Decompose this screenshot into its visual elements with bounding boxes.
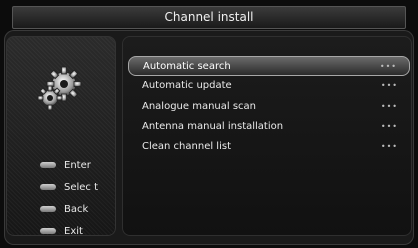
menu-item-label: Analogue manual scan — [142, 100, 257, 112]
screen-frame: Channel install Enter Selec t Back Exit … — [0, 0, 418, 248]
more-icon: ••• — [380, 142, 398, 151]
more-icon: ••• — [379, 62, 397, 71]
remote-button-icon — [40, 228, 56, 234]
remote-button-icon — [40, 184, 56, 190]
window-title: Channel install — [164, 10, 254, 24]
menu-item-label: Automatic update — [142, 80, 232, 92]
legend-enter: Enter — [40, 154, 116, 176]
menu-item-analogue-manual-scan[interactable]: Analogue manual scan ••• — [128, 97, 410, 117]
menu-item-automatic-update[interactable]: Automatic update ••• — [128, 76, 410, 96]
menu-item-label: Antenna manual installation — [142, 120, 284, 132]
legend-exit: Exit — [40, 220, 116, 242]
remote-button-icon — [40, 206, 56, 212]
menu-item-label: Automatic search — [143, 61, 231, 72]
install-menu: Automatic search ••• Automatic update ••… — [128, 56, 410, 157]
legend-label: Enter — [64, 159, 91, 171]
menu-item-automatic-search[interactable]: Automatic search ••• — [128, 56, 410, 76]
legend-back: Back — [40, 198, 116, 220]
more-icon: ••• — [380, 81, 398, 91]
window-title-bar: Channel install — [12, 6, 406, 29]
legend-label: Selec t — [64, 181, 99, 193]
menu-item-clean-channel-list[interactable]: Clean channel list ••• — [128, 137, 410, 157]
more-icon: ••• — [380, 101, 398, 111]
menu-item-label: Clean channel list — [142, 141, 231, 152]
more-icon: ••• — [380, 121, 398, 131]
key-legend: Enter Selec t Back Exit — [40, 154, 116, 242]
legend-select: Selec t — [40, 176, 116, 198]
legend-label: Exit — [64, 225, 83, 237]
remote-button-icon — [40, 162, 56, 168]
menu-item-antenna-manual-installation[interactable]: Antenna manual installation ••• — [128, 117, 410, 137]
legend-label: Back — [64, 203, 89, 215]
gear-icon — [32, 58, 92, 118]
